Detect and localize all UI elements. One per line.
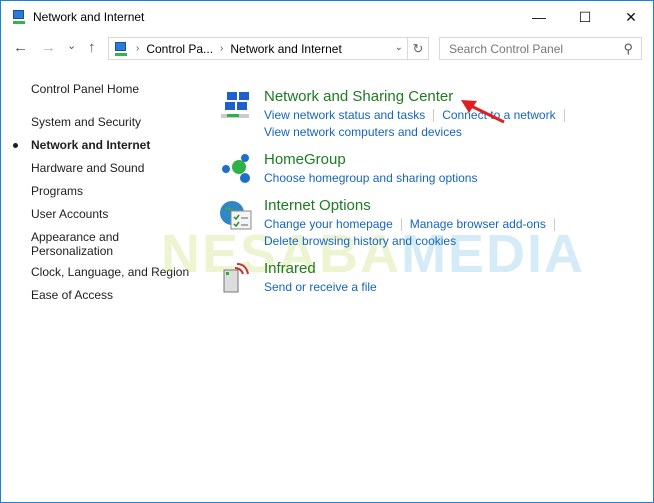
sidebar-item-system-security[interactable]: System and Security [31, 115, 189, 138]
back-button[interactable]: ← [13, 39, 28, 56]
up-button[interactable]: ↑ [88, 39, 96, 56]
view-network-computers-link[interactable]: View network computers and devices [264, 125, 462, 139]
change-homepage-link[interactable]: Change your homepage [264, 217, 393, 231]
divider [563, 109, 565, 123]
search-icon[interactable]: ⚲ [623, 41, 633, 57]
forward-button[interactable]: → [41, 39, 56, 56]
breadcrumb-control-panel[interactable]: Control Pa... [146, 42, 213, 56]
sidebar-item-network-internet[interactable]: Network and Internet [12, 138, 189, 161]
chevron-right-icon: › [220, 43, 224, 54]
manage-addons-link[interactable]: Manage browser add-ons [410, 217, 546, 231]
search-input[interactable]: Search Control Panel ⚲ [439, 37, 642, 60]
title-bar: Network and Internet — ☐ ✕ [1, 1, 653, 33]
sidebar-item-appearance[interactable]: Appearance and Personalization [31, 230, 131, 265]
divider [553, 218, 555, 232]
sidebar-item-clock-language[interactable]: Clock, Language, and Region [31, 265, 189, 288]
sidebar-item-ease-of-access[interactable]: Ease of Access [31, 288, 189, 311]
internet-options-icon [220, 201, 252, 230]
network-icon [11, 9, 27, 25]
category-title[interactable]: HomeGroup [264, 151, 346, 168]
category-title[interactable]: Infrared [264, 260, 316, 277]
network-icon [113, 41, 129, 57]
window-title: Network and Internet [33, 10, 145, 24]
sidebar: Control Panel Home System and Security N… [12, 82, 189, 311]
navigation-bar: ← → ⌄ ↑ › Control Pa... › Network and In… [1, 37, 653, 61]
sidebar-item-home[interactable]: Control Panel Home [31, 82, 189, 105]
sidebar-item-user-accounts[interactable]: User Accounts [31, 207, 189, 230]
network-sharing-icon [221, 92, 249, 118]
send-receive-file-link[interactable]: Send or receive a file [264, 280, 377, 294]
sidebar-item-programs[interactable]: Programs [31, 184, 189, 207]
delete-history-link[interactable]: Delete browsing history and cookies [264, 234, 456, 248]
chevron-right-icon: › [136, 43, 140, 54]
maximize-button[interactable]: ☐ [562, 1, 608, 33]
divider [400, 218, 402, 232]
infrared-icon [223, 263, 249, 293]
chevron-down-icon[interactable]: ⌄ [395, 42, 403, 53]
category-title[interactable]: Internet Options [264, 197, 371, 214]
sidebar-item-hardware-sound[interactable]: Hardware and Sound [31, 161, 189, 184]
refresh-button[interactable]: ↻ [408, 37, 429, 60]
annotation-arrow-icon [461, 100, 505, 124]
close-button[interactable]: ✕ [608, 1, 654, 33]
homegroup-icon [222, 154, 250, 183]
divider [433, 109, 435, 123]
homegroup-options-link[interactable]: Choose homegroup and sharing options [264, 171, 477, 185]
view-network-status-link[interactable]: View network status and tasks [264, 108, 425, 122]
category-title[interactable]: Network and Sharing Center [264, 88, 453, 105]
recent-locations-button[interactable]: ⌄ [67, 39, 76, 52]
minimize-button[interactable]: — [516, 1, 562, 33]
breadcrumb-network-internet[interactable]: Network and Internet [230, 42, 341, 56]
address-bar[interactable]: › Control Pa... › Network and Internet ⌄ [108, 37, 408, 60]
